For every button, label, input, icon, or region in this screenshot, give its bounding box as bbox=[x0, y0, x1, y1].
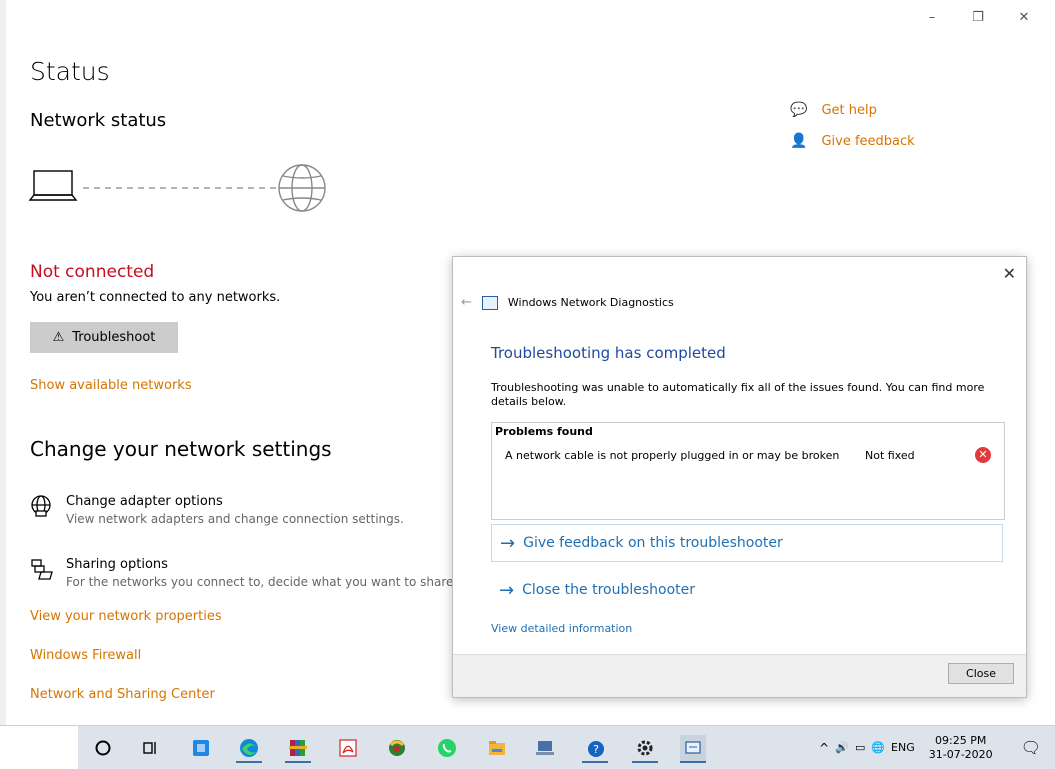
network-computer-icon[interactable] bbox=[532, 735, 558, 761]
sharing-option-desc: For the networks you connect to, decide … bbox=[66, 575, 458, 589]
windows-firewall-link[interactable]: Windows Firewall bbox=[30, 648, 141, 663]
close-window-button[interactable]: ✕ bbox=[1001, 6, 1047, 28]
dialog-close-icon[interactable]: ✕ bbox=[1003, 264, 1016, 283]
clock-time: 09:25 PM bbox=[935, 733, 987, 747]
give-feedback-label: Give feedback bbox=[821, 133, 915, 149]
dialog-footer: Close bbox=[453, 654, 1026, 697]
back-arrow-icon[interactable]: ← bbox=[461, 295, 472, 310]
clock[interactable]: 09:25 PM 31-07-2020 bbox=[921, 734, 1001, 762]
winrar-icon[interactable] bbox=[285, 735, 311, 763]
dialog-app-title: Windows Network Diagnostics bbox=[507, 296, 674, 309]
sharing-icon bbox=[31, 559, 53, 580]
network-sharing-center-link[interactable]: Network and Sharing Center bbox=[30, 687, 215, 702]
warning-icon: ⚠ bbox=[52, 330, 65, 345]
adapter-option-title: Change adapter options bbox=[66, 494, 223, 509]
get-help-label: Get help bbox=[821, 102, 877, 118]
speaker-icon[interactable]: 🔊 bbox=[835, 741, 849, 754]
window-controls: – ❐ ✕ bbox=[909, 6, 1047, 28]
adapter-option-desc: View network adapters and change connect… bbox=[66, 512, 404, 526]
troubleshoot-button[interactable]: ⚠ Troubleshoot bbox=[30, 322, 178, 353]
pdf-reader-icon[interactable] bbox=[335, 735, 361, 761]
notification-icon[interactable]: 🗨 bbox=[1007, 738, 1055, 757]
page-title: Status bbox=[30, 57, 110, 86]
problems-found-title: Problems found bbox=[495, 425, 593, 438]
help-chat-icon: 💬 bbox=[790, 102, 808, 118]
dialog-paragraph: Troubleshooting was unable to automatica… bbox=[491, 381, 985, 408]
view-detailed-information-link[interactable]: View detailed information bbox=[491, 622, 632, 635]
cortana-icon[interactable] bbox=[90, 735, 116, 761]
close-troubleshooter-label: Close the troubleshooter bbox=[522, 582, 696, 598]
left-edge bbox=[0, 0, 6, 725]
dialog-header: ← Windows Network Diagnostics bbox=[461, 295, 674, 310]
whatsapp-icon[interactable] bbox=[434, 735, 460, 761]
language-indicator[interactable]: ENG bbox=[891, 741, 915, 754]
system-tray: ^ 🔊 ▭ 🌐 ENG 09:25 PM 31-07-2020 🗨 bbox=[819, 726, 1055, 769]
settings-gear-icon[interactable] bbox=[632, 735, 658, 763]
battery-icon[interactable]: ▭ bbox=[855, 741, 865, 754]
globe-icon bbox=[278, 164, 326, 212]
chevron-up-icon[interactable]: ^ bbox=[819, 741, 829, 755]
arrow-right-icon: → bbox=[500, 532, 516, 554]
connection-detail: You aren’t connected to any networks. bbox=[30, 290, 281, 305]
taskbar-search-box[interactable] bbox=[0, 726, 78, 769]
error-icon: ✕ bbox=[975, 447, 991, 463]
close-troubleshooter-link[interactable]: → Close the troubleshooter bbox=[491, 571, 1003, 609]
dialog-close-button[interactable]: Close bbox=[948, 663, 1014, 684]
sharing-option[interactable]: Sharing options For the networks you con… bbox=[30, 557, 457, 589]
dialog-heading: Troubleshooting has completed bbox=[491, 344, 726, 362]
problem-row: A network cable is not properly plugged … bbox=[505, 447, 1001, 463]
feedback-person-icon: 👤 bbox=[790, 133, 808, 149]
network-diagnostics-taskbar-icon[interactable] bbox=[680, 735, 706, 763]
restore-button[interactable]: ❐ bbox=[955, 6, 1001, 28]
network-properties-link[interactable]: View your network properties bbox=[30, 609, 222, 624]
app-store-icon[interactable] bbox=[188, 735, 214, 761]
sharing-option-title: Sharing options bbox=[66, 557, 168, 572]
minimize-button[interactable]: – bbox=[909, 6, 955, 28]
change-settings-heading: Change your network settings bbox=[30, 437, 332, 461]
connection-state: Not connected bbox=[30, 262, 155, 282]
laptop-icon bbox=[28, 170, 78, 201]
get-help-link[interactable]: 💬 Get help bbox=[790, 102, 877, 118]
network-globe-icon[interactable]: 🌐 bbox=[871, 741, 885, 754]
adapter-globe-icon bbox=[31, 495, 51, 517]
chrome-like-icon[interactable] bbox=[384, 735, 410, 761]
task-view-icon[interactable] bbox=[137, 735, 163, 761]
diagnostics-app-icon bbox=[481, 295, 498, 310]
give-feedback-troubleshooter-link[interactable]: → Give feedback on this troubleshooter bbox=[491, 524, 1003, 562]
taskbar: ? ^ 🔊 ▭ 🌐 ENG 09:25 PM 31-07-2020 🗨 bbox=[0, 725, 1055, 769]
give-feedback-troubleshooter-label: Give feedback on this troubleshooter bbox=[523, 535, 783, 551]
troubleshoot-label: Troubleshoot bbox=[72, 330, 156, 345]
change-adapter-option[interactable]: Change adapter options View network adap… bbox=[30, 494, 404, 526]
problem-description: A network cable is not properly plugged … bbox=[505, 448, 840, 462]
edge-browser-icon[interactable] bbox=[236, 735, 262, 763]
file-explorer-icon[interactable] bbox=[484, 735, 510, 761]
show-available-networks-link[interactable]: Show available networks bbox=[30, 378, 192, 393]
svg-text:?: ? bbox=[593, 743, 599, 756]
arrow-right-icon: → bbox=[499, 579, 515, 601]
problem-status: Not fixed bbox=[865, 448, 915, 462]
help-app-icon[interactable]: ? bbox=[582, 735, 608, 763]
clock-date: 31-07-2020 bbox=[928, 747, 993, 761]
network-diagram bbox=[28, 164, 326, 212]
problems-found-box: Problems found A network cable is not pr… bbox=[491, 422, 1005, 520]
network-status-heading: Network status bbox=[30, 110, 167, 131]
network-diagnostics-dialog: ✕ ← Windows Network Diagnostics Troubles… bbox=[452, 256, 1027, 698]
give-feedback-link[interactable]: 👤 Give feedback bbox=[790, 133, 915, 149]
